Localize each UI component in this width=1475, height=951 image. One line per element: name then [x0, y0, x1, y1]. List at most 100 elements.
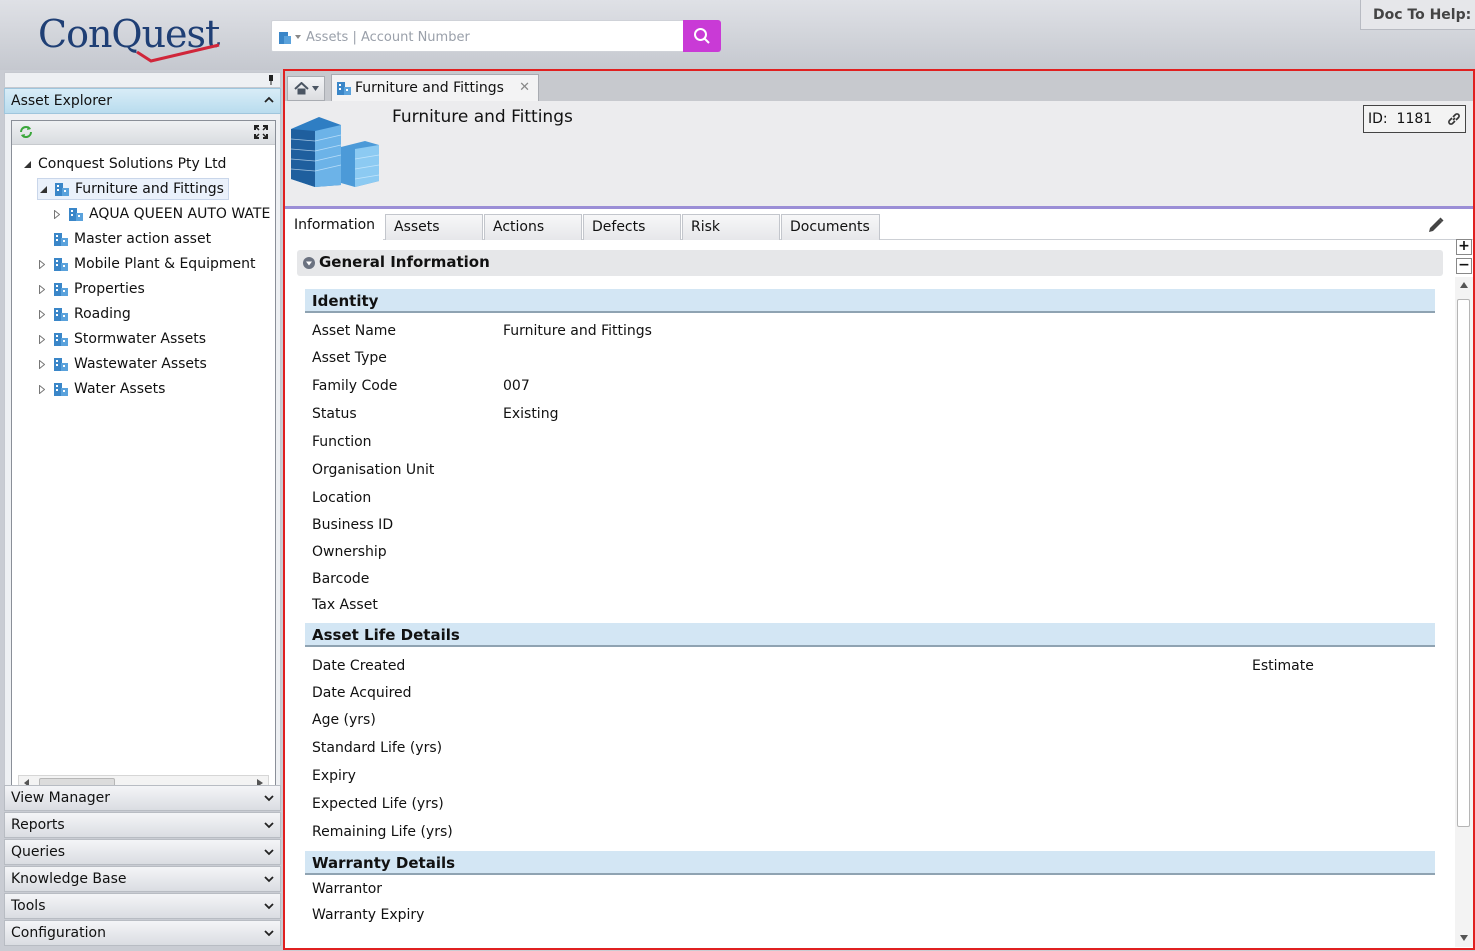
edit-pencil-icon[interactable] [1427, 216, 1445, 234]
chevron-up-icon[interactable] [264, 96, 274, 104]
asset-header: Furniture and Fittings ID: 1181 [285, 101, 1473, 209]
refresh-icon[interactable] [19, 125, 33, 139]
building-icon [54, 358, 68, 371]
accordion-tools[interactable]: Tools [4, 893, 281, 919]
tree-expand-icon[interactable] [37, 259, 47, 269]
tree-expand-icon[interactable] [37, 309, 47, 319]
link-icon[interactable] [1447, 112, 1461, 126]
asset-explorer-header[interactable]: Asset Explorer [4, 88, 281, 114]
tree-expand-icon[interactable] [52, 209, 62, 219]
scroll-up-icon[interactable] [1460, 282, 1468, 288]
app-header: ConQuest Doc To Help: [0, 0, 1475, 70]
tree-node[interactable]: Conquest Solutions Pty Ltd [22, 153, 226, 175]
tree-collapse-icon[interactable] [22, 159, 32, 169]
accordion-label: Queries [11, 844, 66, 860]
accordion-queries[interactable]: Queries [4, 839, 281, 865]
content-vertical-scrollbar[interactable] [1455, 277, 1473, 947]
asset-id-box: ID: 1181 [1363, 105, 1466, 133]
tab-information[interactable]: Information [285, 212, 383, 240]
tab-documents[interactable]: Documents [781, 214, 880, 240]
tree-node-label: Properties [74, 281, 145, 297]
tree-node[interactable]: Furniture and Fittings [37, 178, 229, 200]
tree-node[interactable]: Wastewater Assets [37, 353, 207, 375]
field-value: Furniture and Fittings [503, 323, 652, 339]
doc-to-help-button[interactable]: Doc To Help: [1360, 0, 1475, 30]
accordion-configuration[interactable]: Configuration [4, 920, 281, 946]
tab-assets[interactable]: Assets [385, 214, 483, 240]
field-label: Function [312, 434, 372, 450]
field-label: Business ID [312, 517, 394, 533]
scrollbar-thumb[interactable] [1457, 299, 1470, 827]
tab-actions[interactable]: Actions [484, 214, 582, 240]
asset-type-dropdown-icon[interactable] [278, 29, 304, 45]
tab-risk[interactable]: Risk [682, 214, 780, 240]
tree-node[interactable]: Stormwater Assets [37, 328, 206, 350]
zoom-in-button[interactable]: + [1456, 239, 1472, 255]
close-tab-icon[interactable]: ✕ [519, 80, 530, 95]
field-label: Standard Life (yrs) [312, 740, 443, 756]
information-subtabs: Information Assets Actions Defects Risk Docum… [285, 210, 1473, 240]
tree-expand-icon[interactable] [37, 384, 47, 394]
tree-collapse-icon[interactable] [38, 184, 48, 194]
tree-node[interactable]: Properties [37, 278, 145, 300]
building-icon [69, 208, 83, 221]
general-information-section-header[interactable]: General Information [297, 250, 1443, 276]
chevron-down-icon [264, 876, 274, 883]
scroll-down-icon[interactable] [1460, 935, 1468, 941]
field-label: Barcode [312, 571, 370, 587]
tree-node[interactable]: Water Assets [37, 378, 165, 400]
home-icon [293, 82, 309, 95]
field-label: Remaining Life (yrs) [312, 824, 453, 840]
field-label: Asset Type [312, 350, 387, 366]
estimate-label: Estimate [1252, 658, 1314, 674]
search-input[interactable] [306, 26, 676, 48]
field-value: 007 [503, 378, 530, 394]
collapse-circle-icon[interactable] [303, 257, 315, 269]
maximize-icon[interactable] [254, 125, 268, 139]
field-label: Family Code [312, 378, 398, 394]
tree-node-label: Mobile Plant & Equipment [74, 256, 256, 272]
group-header-warranty: Warranty Details [305, 851, 1435, 875]
accordion-knowledge-base[interactable]: Knowledge Base [4, 866, 281, 892]
tree-node-label: AQUA QUEEN AUTO WATE [89, 206, 271, 222]
chevron-down-icon [264, 903, 274, 910]
search-icon [694, 28, 710, 44]
tree-node-label: Wastewater Assets [74, 356, 207, 372]
tab-furniture-and-fittings[interactable]: Furniture and Fittings ✕ [331, 74, 539, 101]
field-value: Existing [503, 406, 559, 422]
building-icon [55, 183, 69, 196]
tab-defects[interactable]: Defects [583, 214, 681, 240]
tree-node-label: Roading [74, 306, 131, 322]
conquest-logo[interactable]: ConQuest [38, 12, 220, 63]
tab-label: Furniture and Fittings [355, 80, 504, 96]
tree-node[interactable]: Mobile Plant & Equipment [37, 253, 255, 275]
tree-toolbar [12, 121, 275, 145]
home-menu-button[interactable] [287, 76, 325, 101]
accordion-view-manager[interactable]: View Manager [4, 785, 281, 811]
field-label: Date Created [312, 658, 406, 674]
asset-title: Furniture and Fittings [392, 107, 573, 127]
tree-expand-icon[interactable] [37, 359, 47, 369]
chevron-down-icon [264, 849, 274, 856]
field-label: Expected Life (yrs) [312, 796, 444, 812]
tree-expand-icon[interactable] [37, 284, 47, 294]
chevron-down-icon [264, 822, 274, 829]
building-icon [54, 233, 68, 246]
asset-tree-container: Conquest Solutions Pty Ltd Furniture and … [11, 120, 276, 798]
id-value: 1181 [1396, 111, 1433, 127]
accordion-label: Reports [11, 817, 65, 833]
pin-icon[interactable] [268, 75, 274, 85]
tree-node[interactable]: Roading [37, 303, 131, 325]
tree-expand-icon[interactable] [37, 334, 47, 344]
tree-node[interactable]: Master action asset [37, 228, 211, 250]
accordion-label: Tools [11, 898, 46, 914]
tree-node-label: Furniture and Fittings [75, 181, 224, 197]
field-label: Expiry [312, 768, 356, 784]
search-button[interactable] [683, 20, 721, 52]
accordion-reports[interactable]: Reports [4, 812, 281, 838]
accordion-label: View Manager [11, 790, 111, 806]
zoom-out-button[interactable]: − [1456, 258, 1472, 274]
field-label: Tax Asset [312, 597, 378, 613]
tree-node[interactable]: AQUA QUEEN AUTO WATE [52, 203, 270, 225]
